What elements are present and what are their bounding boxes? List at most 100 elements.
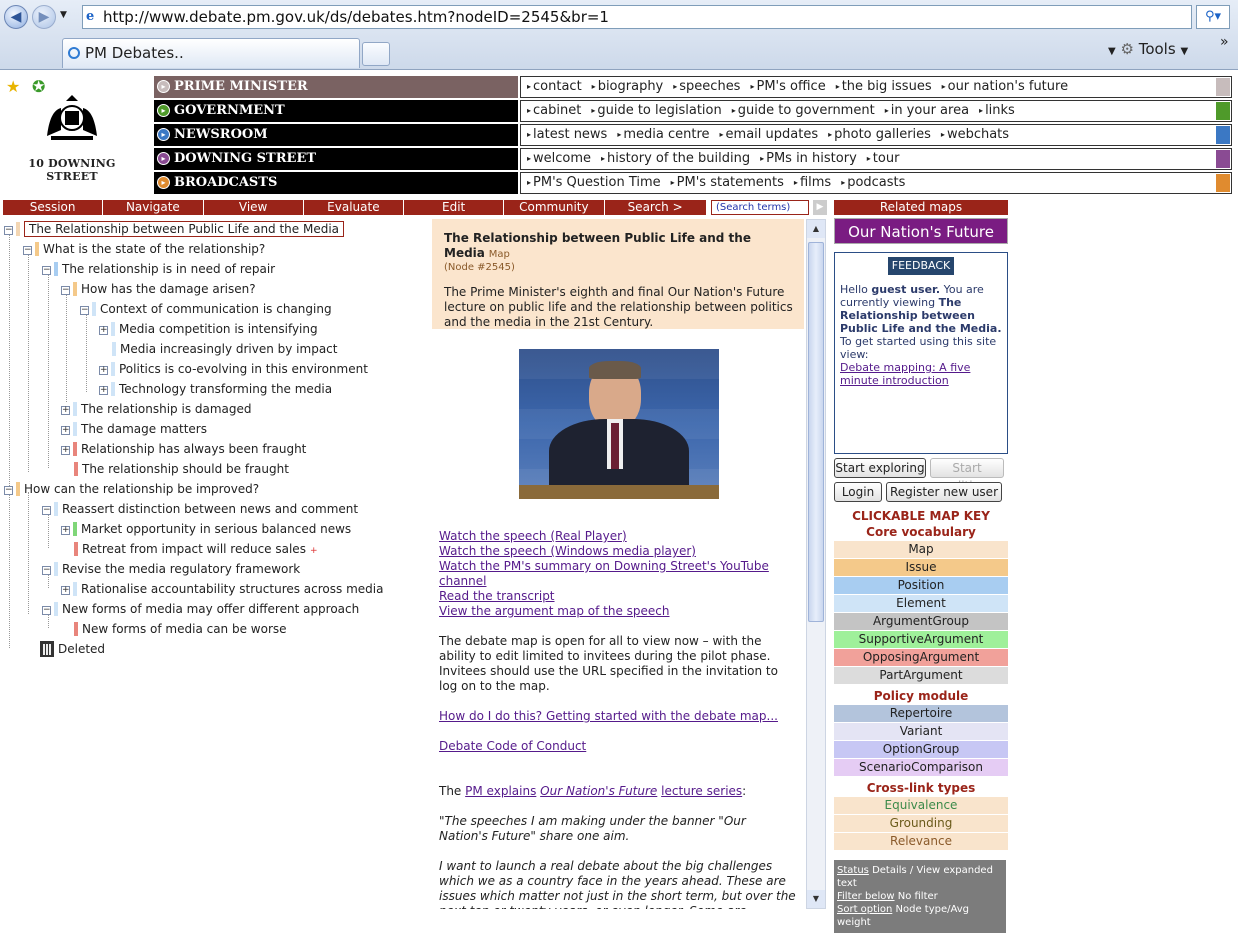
address-search-icon[interactable]: ⚲▾ [1196,5,1230,29]
tree-node-position[interactable]: − Reassert distinction between news and c… [42,500,358,518]
tree-node-label[interactable]: Context of communication is changing [100,302,332,316]
tree-node-opposing[interactable]: + Relationship has always been fraught [61,440,306,458]
tree-node-opposing[interactable]: The relationship should be fraught [74,460,289,478]
link-argument-map[interactable]: View the argument map of the speech [439,604,670,618]
site-nav-link[interactable]: guide to legislation [591,103,721,118]
map-key-grounding[interactable]: Grounding [834,815,1008,832]
tree-node-label[interactable]: How has the damage arisen? [81,282,256,296]
address-url[interactable]: http://www.debate.pm.gov.uk/ds/debates.h… [103,8,609,26]
tree-node-label[interactable]: The relationship should be fraught [82,462,289,476]
site-nav-link[interactable]: the big issues [836,79,932,94]
tree-node-position[interactable]: − New forms of media may offer different … [42,600,359,618]
new-tab-button[interactable] [362,42,390,66]
tree-node-label[interactable]: New forms of media may offer different a… [62,602,359,616]
site-nav-section-label[interactable]: BROADCASTS [174,175,277,190]
site-nav-link[interactable]: PM's statements [671,175,784,190]
tree-node-opposing[interactable]: Retreat from impact will reduce sales + [74,540,318,558]
tree-node-label[interactable]: How can the relationship be improved? [24,482,259,496]
site-nav-link[interactable]: PM's office [750,79,825,94]
tree-node-label[interactable]: The Relationship between Public Life and… [24,221,345,237]
site-nav-link[interactable]: history of the building [601,151,750,166]
tree-node-label[interactable]: Politics is co-evolving in this environm… [119,362,368,376]
tree-node-opposing[interactable]: New forms of media can be worse [74,620,287,638]
map-key-partargument[interactable]: PartArgument [834,667,1008,684]
menu-navigate[interactable]: Navigate [103,200,204,215]
map-key-opposingargument[interactable]: OpposingArgument [834,649,1008,666]
site-nav-link[interactable]: biography [592,79,664,94]
login-button[interactable]: Login [834,482,882,502]
tree-node-label[interactable]: Deleted [58,642,105,656]
search-go-icon[interactable]: ▶ [813,200,827,215]
site-nav-section[interactable]: ▸ PRIME MINISTER [154,76,518,98]
tools-menu[interactable]: ▼ ⚙ Tools ▼ [1108,40,1188,58]
tree-node-element[interactable]: + Media competition is intensifying [99,320,318,338]
link-transcript[interactable]: Read the transcript [439,589,555,603]
tree-node-label[interactable]: Technology transforming the media [119,382,332,396]
collapse-icon[interactable]: − [61,286,70,295]
sort-link[interactable]: Sort option [837,904,892,915]
link-youtube[interactable]: Watch the PM's summary on Downing Street… [439,559,769,588]
expand-icon[interactable]: + [61,526,70,535]
expand-icon[interactable]: + [61,406,70,415]
link-howto[interactable]: How do I do this? Getting started with t… [439,709,778,723]
tree-node-label[interactable]: Revise the media regulatory framework [62,562,300,576]
expand-icon[interactable]: + [99,326,108,335]
scroll-thumb[interactable] [808,242,824,622]
menu-view[interactable]: View [204,200,304,215]
collapse-icon[interactable]: − [23,246,32,255]
map-key-map[interactable]: Map [834,541,1008,558]
intro-link[interactable]: Debate mapping: A five minute introducti… [840,361,970,387]
downing-street-logo[interactable]: 10 DOWNING STREET [6,92,138,183]
forward-button-icon[interactable]: ▶ [32,5,56,29]
menu-search[interactable]: Search > [605,200,707,215]
tree-node-element[interactable]: + Rationalise accountability structures a… [61,580,383,598]
site-nav-link[interactable]: welcome [527,151,591,166]
link-lecture-series[interactable]: lecture series [661,784,742,798]
site-nav-section-label[interactable]: DOWNING STREET [174,151,316,166]
tree-node-position[interactable]: + The relationship is damaged [61,400,252,418]
browser-tab[interactable]: PM Debates.. [62,38,360,68]
site-nav-link[interactable]: our nation's future [942,79,1068,94]
site-nav-section[interactable]: ▸ DOWNING STREET [154,148,518,170]
collapse-icon[interactable]: − [4,226,13,235]
tree-node-position[interactable]: − Revise the media regulatory framework [42,560,300,578]
map-key-issue[interactable]: Issue [834,559,1008,576]
tree-node-label[interactable]: The relationship is damaged [81,402,252,416]
tools-label[interactable]: Tools [1139,40,1176,58]
tree-node-issue[interactable]: − How can the relationship be improved? [4,480,259,498]
site-nav-link[interactable]: contact [527,79,582,94]
collapse-icon[interactable]: − [4,486,13,495]
tree-node-label[interactable]: What is the state of the relationship? [43,242,265,256]
site-nav-link[interactable]: podcasts [841,175,905,190]
tree-node-issue[interactable]: − What is the state of the relationship? [23,240,265,258]
collapse-icon[interactable]: − [42,566,51,575]
collapse-icon[interactable]: − [42,266,51,275]
site-nav-link[interactable]: webchats [941,127,1009,142]
map-key-argumentgroup[interactable]: ArgumentGroup [834,613,1008,630]
site-nav-section-label[interactable]: NEWSROOM [174,127,268,142]
feedback-button[interactable]: FEEDBACK [888,257,954,275]
site-nav-section[interactable]: ▸ BROADCASTS [154,172,518,194]
address-bar[interactable]: e http://www.debate.pm.gov.uk/ds/debates.… [82,5,1192,29]
site-nav-link[interactable]: photo galleries [828,127,931,142]
tree-node-label[interactable]: Market opportunity in serious balanced n… [81,522,351,536]
start-exploring-button[interactable]: Start exploring [834,458,926,478]
scroll-up-icon[interactable]: ▲ [807,220,825,238]
map-key-element[interactable]: Element [834,595,1008,612]
site-nav-link[interactable]: PMs in history [760,151,857,166]
map-key-position[interactable]: Position [834,577,1008,594]
status-link[interactable]: Status [837,865,869,876]
site-nav-link[interactable]: latest news [527,127,607,142]
tree-node-label[interactable]: The relationship is in need of repair [62,262,275,276]
map-key-repertoire[interactable]: Repertoire [834,705,1008,722]
menu-session[interactable]: Session [3,200,104,215]
site-nav-link[interactable]: speeches [673,79,740,94]
collapse-icon[interactable]: − [80,306,89,315]
expand-icon[interactable]: + [61,426,70,435]
link-our-nations-future[interactable]: Our Nation's Future [540,784,657,798]
search-input[interactable]: (Search terms) [711,200,809,215]
expand-icon[interactable]: + [61,586,70,595]
link-windows-media[interactable]: Watch the speech (Windows media player) [439,544,696,558]
register-button[interactable]: Register new user [886,482,1002,502]
map-key-variant[interactable]: Variant [834,723,1008,740]
